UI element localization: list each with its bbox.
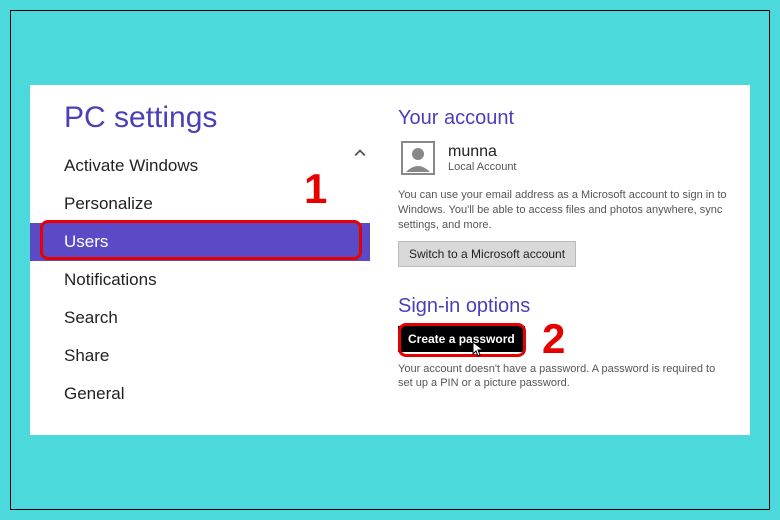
switch-to-microsoft-account-button[interactable]: Switch to a Microsoft account — [398, 241, 576, 267]
nav-item-search[interactable]: Search — [30, 299, 370, 337]
page-title: PC settings — [30, 85, 370, 147]
nav-item-notifications[interactable]: Notifications — [30, 261, 370, 299]
scroll-up-arrow-icon[interactable] — [354, 147, 366, 159]
annotation-number-2: 2 — [542, 315, 565, 363]
nav-item-users[interactable]: Users — [30, 223, 370, 261]
create-password-button[interactable]: Create a password — [398, 326, 525, 352]
settings-nav: Activate Windows Personalize Users Notif… — [30, 147, 370, 413]
account-type: Local Account — [448, 161, 517, 173]
account-row: munna Local Account — [398, 138, 730, 178]
signin-description: Your account doesn't have a password. A … — [398, 362, 730, 392]
account-description: You can use your email address as a Micr… — [398, 188, 730, 233]
nav-item-personalize[interactable]: Personalize — [30, 185, 370, 223]
avatar-icon — [398, 138, 438, 178]
main-panel: Your account munna Local Account You can… — [370, 85, 750, 435]
signin-options-heading: Sign-in options — [398, 295, 730, 318]
account-name: munna — [448, 143, 517, 161]
outer-frame: PC settings Activate Windows Personalize… — [10, 10, 770, 510]
nav-item-share[interactable]: Share — [30, 337, 370, 375]
pc-settings-window: PC settings Activate Windows Personalize… — [30, 85, 750, 435]
account-text: munna Local Account — [448, 143, 517, 173]
nav-item-activate-windows[interactable]: Activate Windows — [30, 147, 370, 185]
nav-item-general[interactable]: General — [30, 375, 370, 413]
signin-section: Sign-in options Create a password Your a… — [398, 295, 730, 392]
sidebar: PC settings Activate Windows Personalize… — [30, 85, 370, 435]
your-account-heading: Your account — [398, 107, 730, 130]
